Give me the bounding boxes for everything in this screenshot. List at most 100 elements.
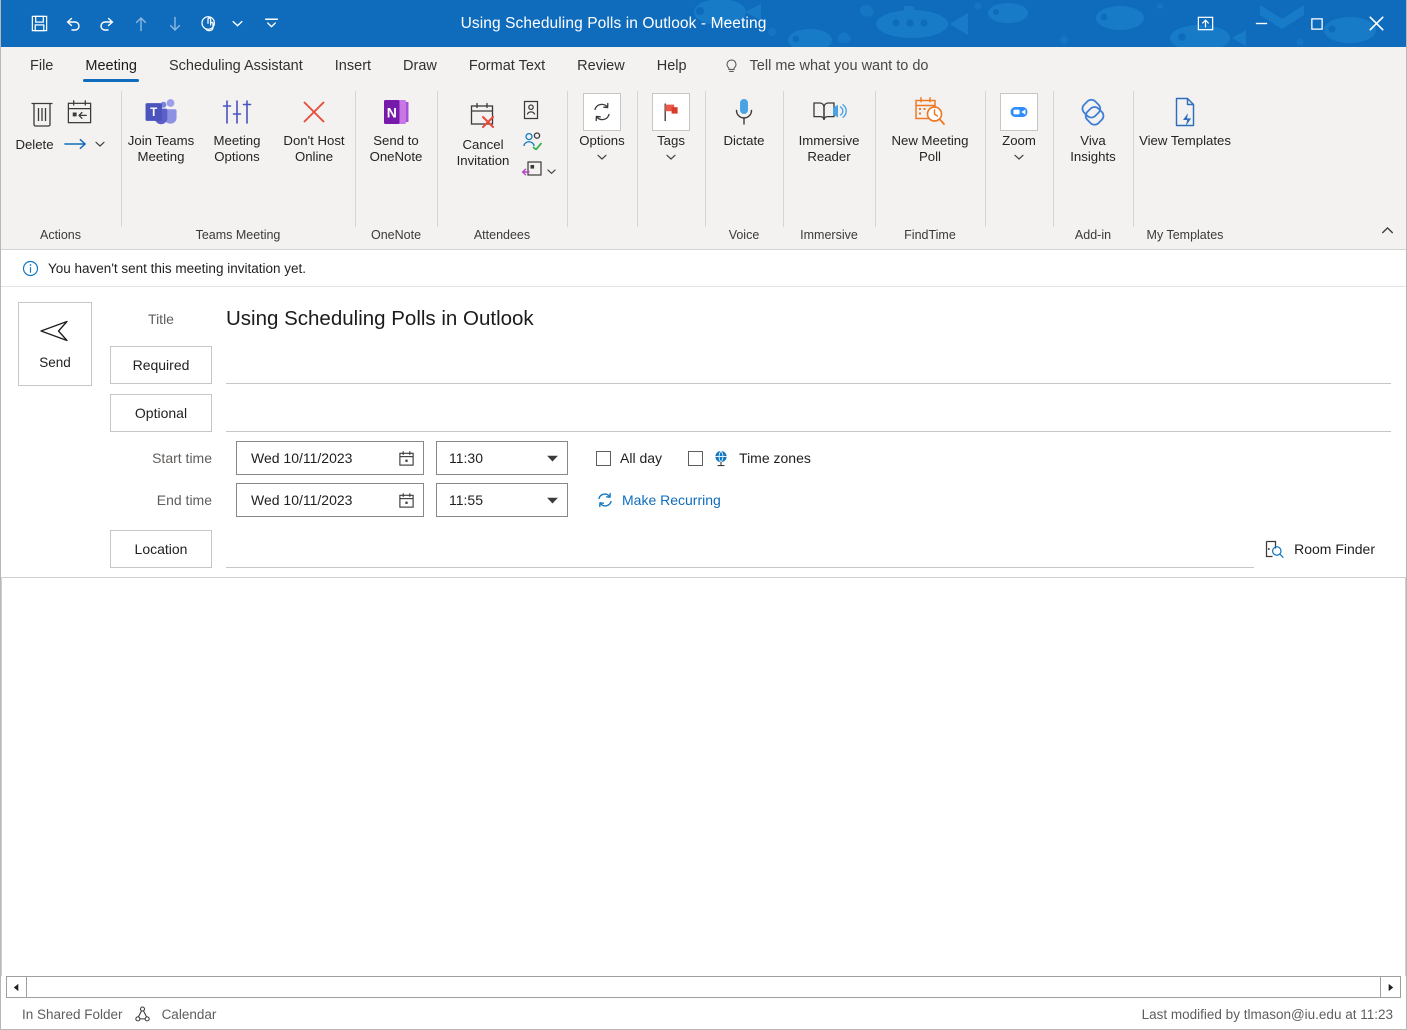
quick-access-toolbar (0, 7, 282, 41)
all-day-label: All day (620, 450, 663, 466)
time-zones-checkbox[interactable] (688, 450, 704, 466)
sliders-icon (221, 93, 253, 131)
info-bar-message: You haven't sent this meeting invitation… (48, 260, 306, 276)
ribbon-group-findtime: New Meeting Poll FindTime (875, 83, 985, 249)
ribbon-display-options-icon[interactable] (1177, 0, 1233, 47)
all-day-checkbox-group[interactable]: All day (596, 450, 662, 466)
touch-mode-icon[interactable] (192, 7, 226, 41)
options-refresh-icon (583, 93, 621, 131)
make-recurring-button[interactable]: Make Recurring (596, 491, 721, 509)
ribbon-group-label-immersive: Immersive (800, 228, 858, 242)
end-time-input[interactable]: 11:55 (436, 483, 568, 517)
collapse-ribbon-chevron-up-icon[interactable] (1380, 223, 1395, 243)
title-input[interactable]: Using Scheduling Polls in Outlook (226, 307, 534, 331)
last-modified-info: Last modified by tlmason@iu.edu at 11:23 (1141, 1006, 1393, 1022)
zoom-chevron-down-icon[interactable] (1013, 150, 1025, 168)
immersive-reader-button[interactable]: Immersive Reader (787, 91, 871, 164)
save-icon[interactable] (22, 7, 56, 41)
dictate-button[interactable]: Dictate (709, 91, 779, 149)
attendees-chevron-down-icon[interactable] (546, 166, 557, 177)
red-x-icon (299, 93, 329, 131)
minimize-icon[interactable] (1233, 0, 1289, 47)
cancel-invitation-button[interactable]: Cancel Invitation (447, 95, 519, 168)
meeting-options-button[interactable]: Meeting Options (199, 91, 275, 164)
viva-insights-button[interactable]: Viva Insights (1057, 91, 1129, 164)
scroll-left-icon[interactable] (7, 977, 27, 997)
tab-draw[interactable]: Draw (387, 49, 453, 83)
tab-scheduling-assistant[interactable]: Scheduling Assistant (153, 49, 319, 83)
start-time-input[interactable]: 11:30 (436, 441, 568, 475)
ribbon-group-label-my-templates: My Templates (1146, 228, 1224, 242)
calendar-forward-icon[interactable] (65, 95, 94, 132)
status-bar: In Shared Folder Calendar Last modified … (0, 998, 1407, 1030)
send-to-onenote-button[interactable]: N Send to OneNote (359, 91, 433, 164)
send-button[interactable]: Send (18, 302, 92, 386)
room-finder-button[interactable]: Room Finder (1264, 539, 1407, 559)
horizontal-scrollbar[interactable] (6, 976, 1401, 998)
undo-icon[interactable] (56, 7, 90, 41)
maximize-icon[interactable] (1289, 0, 1345, 47)
next-item-icon[interactable] (158, 7, 192, 41)
location-input[interactable] (226, 530, 1255, 568)
optional-attendees-input[interactable] (226, 394, 1391, 432)
actions-chevron-down-icon[interactable] (94, 138, 106, 150)
time-zones-checkbox-group[interactable]: Time zones (688, 449, 811, 467)
ribbon-group-label-addin: Add-in (1074, 228, 1112, 242)
ribbon-tab-bar: File Meeting Scheduling Assistant Insert… (0, 47, 1407, 83)
location-button[interactable]: Location (110, 530, 212, 568)
ribbon-group-onenote: N Send to OneNote OneNote (355, 83, 437, 249)
viva-insights-label: Viva Insights (1070, 133, 1116, 164)
end-time-chevron-down-icon[interactable] (546, 496, 559, 505)
redo-icon[interactable] (90, 7, 124, 41)
required-attendees-button[interactable]: Required (110, 346, 212, 384)
tab-meeting[interactable]: Meeting (69, 49, 153, 83)
microphone-icon (731, 93, 757, 131)
title-bar: Using Scheduling Polls in Outlook - Meet… (0, 0, 1407, 47)
required-attendees-input[interactable] (226, 346, 1391, 384)
scroll-right-icon[interactable] (1380, 977, 1400, 997)
zoom-button[interactable]: Zoom (989, 91, 1049, 168)
new-meeting-poll-button[interactable]: New Meeting Poll (879, 91, 981, 164)
ribbon-group-label-actions: Actions (40, 228, 81, 242)
trash-icon[interactable] (27, 95, 57, 134)
customize-quick-access-icon[interactable] (260, 7, 282, 41)
optional-attendees-button[interactable]: Optional (110, 394, 212, 432)
ribbon-group-label-zoom (989, 227, 1049, 249)
tags-chevron-down-icon[interactable] (665, 150, 677, 168)
info-icon (22, 260, 39, 277)
close-icon[interactable] (1345, 0, 1407, 47)
tab-review[interactable]: Review (561, 49, 641, 83)
start-date-input[interactable]: Wed 10/11/2023 (236, 441, 424, 475)
quick-access-chevron-down-icon[interactable] (226, 7, 248, 41)
options-chevron-down-icon[interactable] (596, 150, 608, 168)
forward-arrow-icon[interactable] (62, 135, 89, 153)
tags-button[interactable]: Tags (641, 91, 701, 168)
start-time-chevron-down-icon[interactable] (546, 454, 559, 463)
address-book-icon[interactable] (521, 99, 541, 126)
room-finder-icon (1264, 539, 1284, 559)
response-options-icon[interactable] (521, 159, 543, 184)
calendar-picker-icon[interactable] (398, 450, 415, 467)
ribbon-group-immersive: Immersive Reader Immersive (783, 83, 875, 249)
previous-item-icon[interactable] (124, 7, 158, 41)
tab-file[interactable]: File (14, 49, 69, 83)
meeting-body-editor[interactable] (1, 578, 1406, 976)
ribbon-group-label-findtime: FindTime (904, 228, 956, 242)
ribbon-group-actions: Delete Actions (0, 83, 121, 249)
folder-name[interactable]: Calendar (162, 1007, 217, 1022)
all-day-checkbox[interactable] (596, 450, 611, 466)
ribbon-group-attendees: Cancel Invitation Attendees (437, 83, 567, 249)
dont-host-online-button[interactable]: Don't Host Online (275, 91, 353, 164)
check-names-icon[interactable] (521, 130, 543, 155)
tab-insert[interactable]: Insert (319, 49, 387, 83)
options-button[interactable]: Options (571, 91, 633, 168)
end-calendar-picker-icon[interactable] (398, 492, 415, 509)
join-teams-meeting-button[interactable]: T Join Teams Meeting (123, 91, 199, 164)
tab-format-text[interactable]: Format Text (453, 49, 561, 83)
tab-help[interactable]: Help (641, 49, 703, 83)
immersive-reader-icon (811, 93, 847, 131)
end-date-input[interactable]: Wed 10/11/2023 (236, 483, 424, 517)
ribbon-group-label-onenote: OneNote (370, 228, 422, 242)
tell-me-search[interactable]: Tell me what you want to do (723, 49, 928, 83)
view-templates-button[interactable]: View Templates (1138, 91, 1232, 149)
